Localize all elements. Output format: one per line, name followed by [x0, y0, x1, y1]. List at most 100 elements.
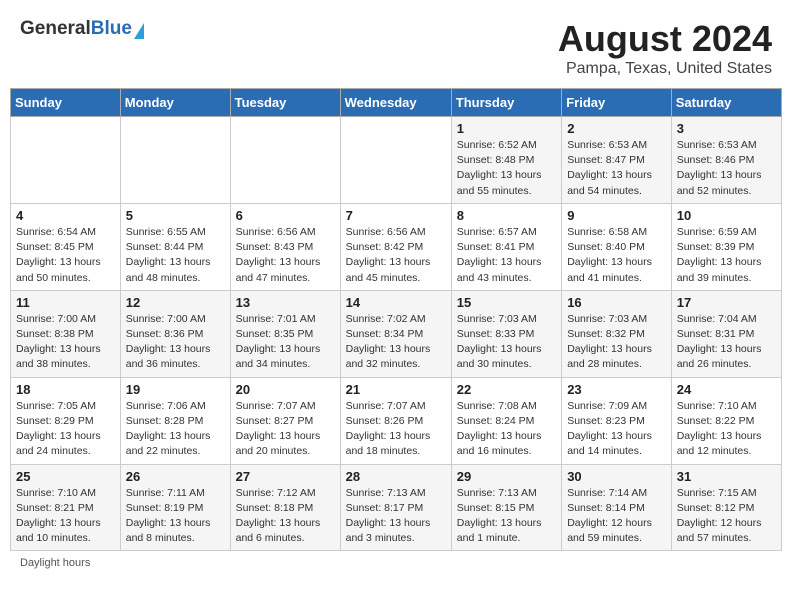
calendar-day-cell: 16Sunrise: 7:03 AM Sunset: 8:32 PM Dayli… [562, 290, 672, 377]
calendar-day-cell: 21 Sunrise: 7:07 AM Sunset: 8:26 PM Dayli… [340, 377, 451, 464]
day-number: 11 [16, 295, 115, 310]
day-info: Sunrise: 7:07 AM Sunset: 8:27 PM Dayligh… [236, 399, 335, 460]
calendar-week-row: 1 Sunrise: 6:52 AM Sunset: 8:48 PM Daylig… [11, 117, 782, 204]
calendar-day-cell: 6 Sunrise: 6:56 AM Sunset: 8:43 PM Daylig… [230, 203, 340, 290]
day-info: Sunrise: 7:03 AM Sunset: 8:33 PM Dayligh… [457, 312, 556, 373]
day-number: 28 [346, 469, 446, 484]
calendar-day-cell: 20 Sunrise: 7:07 AM Sunset: 8:27 PM Dayli… [230, 377, 340, 464]
calendar-day-cell: 26Sunrise: 7:11 AM Sunset: 8:19 PM Dayli… [120, 464, 230, 551]
day-number: 1 [457, 121, 556, 136]
day-number: 18 [16, 382, 115, 397]
day-info: Sunrise: 7:12 AM Sunset: 8:18 PM Dayligh… [236, 486, 335, 547]
day-info: Sunrise: 6:58 AM Sunset: 8:40 PM Dayligh… [567, 225, 666, 286]
calendar-day-cell: 4 Sunrise: 6:54 AM Sunset: 8:45 PM Daylig… [11, 203, 121, 290]
day-info: Sunrise: 6:56 AM Sunset: 8:42 PM Dayligh… [346, 225, 446, 286]
calendar-day-cell: 15 Sunrise: 7:03 AM Sunset: 8:33 PM Dayli… [451, 290, 561, 377]
day-number: 13 [236, 295, 335, 310]
day-info: Sunrise: 7:01 AM Sunset: 8:35 PM Dayligh… [236, 312, 335, 373]
calendar-weekday-header: Wednesday [340, 89, 451, 117]
day-number: 19 [126, 382, 225, 397]
calendar-day-cell [120, 117, 230, 204]
day-info: Sunrise: 7:15 AM Sunset: 8:12 PM Dayligh… [677, 486, 776, 547]
day-info: Sunrise: 7:00 AM Sunset: 8:38 PM Dayligh… [16, 312, 115, 373]
day-number: 20 [236, 382, 335, 397]
day-number: 21 [346, 382, 446, 397]
day-info: Sunrise: 7:14 AM Sunset: 8:14 PM Dayligh… [567, 486, 666, 547]
calendar-day-cell: 5Sunrise: 6:55 AM Sunset: 8:44 PM Daylig… [120, 203, 230, 290]
day-number: 14 [346, 295, 446, 310]
day-number: 7 [346, 208, 446, 223]
calendar-day-cell: 25Sunrise: 7:10 AM Sunset: 8:21 PM Dayli… [11, 464, 121, 551]
calendar-week-row: 11 Sunrise: 7:00 AM Sunset: 8:38 PM Dayli… [11, 290, 782, 377]
calendar-day-cell: 30 Sunrise: 7:14 AM Sunset: 8:14 PM Dayli… [562, 464, 672, 551]
calendar-day-cell: 19 Sunrise: 7:06 AM Sunset: 8:28 PM Dayli… [120, 377, 230, 464]
calendar-weekday-header: Saturday [671, 89, 781, 117]
day-info: Sunrise: 7:03 AM Sunset: 8:32 PM Dayligh… [567, 312, 666, 373]
calendar-day-cell: 22 Sunrise: 7:08 AM Sunset: 8:24 PM Dayli… [451, 377, 561, 464]
day-number: 8 [457, 208, 556, 223]
day-number: 17 [677, 295, 776, 310]
day-number: 9 [567, 208, 666, 223]
day-info: Sunrise: 7:06 AM Sunset: 8:28 PM Dayligh… [126, 399, 225, 460]
day-number: 2 [567, 121, 666, 136]
day-info: Sunrise: 7:13 AM Sunset: 8:15 PM Dayligh… [457, 486, 556, 547]
day-info: Sunrise: 7:10 AM Sunset: 8:22 PM Dayligh… [677, 399, 776, 460]
day-number: 6 [236, 208, 335, 223]
day-number: 25 [16, 469, 115, 484]
calendar-weekday-header: Sunday [11, 89, 121, 117]
day-info: Sunrise: 6:56 AM Sunset: 8:43 PM Dayligh… [236, 225, 335, 286]
day-number: 29 [457, 469, 556, 484]
calendar-header: SundayMondayTuesdayWednesdayThursdayFrid… [11, 89, 782, 117]
day-number: 5 [126, 208, 225, 223]
calendar-table: SundayMondayTuesdayWednesdayThursdayFrid… [10, 88, 782, 551]
calendar-day-cell [11, 117, 121, 204]
calendar-day-cell: 11 Sunrise: 7:00 AM Sunset: 8:38 PM Dayli… [11, 290, 121, 377]
calendar-day-cell: 31 Sunrise: 7:15 AM Sunset: 8:12 PM Dayli… [671, 464, 781, 551]
calendar-day-cell: 28 Sunrise: 7:13 AM Sunset: 8:17 PM Dayli… [340, 464, 451, 551]
day-info: Sunrise: 7:02 AM Sunset: 8:34 PM Dayligh… [346, 312, 446, 373]
day-info: Sunrise: 6:53 AM Sunset: 8:47 PM Dayligh… [567, 138, 666, 199]
calendar-week-row: 25Sunrise: 7:10 AM Sunset: 8:21 PM Dayli… [11, 464, 782, 551]
day-info: Sunrise: 6:59 AM Sunset: 8:39 PM Dayligh… [677, 225, 776, 286]
day-number: 3 [677, 121, 776, 136]
calendar-day-cell: 3 Sunrise: 6:53 AM Sunset: 8:46 PM Daylig… [671, 117, 781, 204]
calendar-day-cell: 17 Sunrise: 7:04 AM Sunset: 8:31 PM Dayli… [671, 290, 781, 377]
title-block: August 2024 Pampa, Texas, United States [558, 18, 772, 78]
day-number: 27 [236, 469, 335, 484]
day-number: 12 [126, 295, 225, 310]
calendar-day-cell: 1 Sunrise: 6:52 AM Sunset: 8:48 PM Daylig… [451, 117, 561, 204]
calendar-day-cell: 23Sunrise: 7:09 AM Sunset: 8:23 PM Dayli… [562, 377, 672, 464]
day-info: Sunrise: 7:07 AM Sunset: 8:26 PM Dayligh… [346, 399, 446, 460]
day-number: 22 [457, 382, 556, 397]
footer: Daylight hours [10, 557, 782, 569]
logo-blue-text: Blue [91, 18, 132, 40]
day-info: Sunrise: 6:53 AM Sunset: 8:46 PM Dayligh… [677, 138, 776, 199]
day-info: Sunrise: 6:54 AM Sunset: 8:45 PM Dayligh… [16, 225, 115, 286]
day-info: Sunrise: 7:13 AM Sunset: 8:17 PM Dayligh… [346, 486, 446, 547]
logo: General Blue [20, 18, 144, 40]
calendar-day-cell: 24Sunrise: 7:10 AM Sunset: 8:22 PM Dayli… [671, 377, 781, 464]
day-info: Sunrise: 7:11 AM Sunset: 8:19 PM Dayligh… [126, 486, 225, 547]
day-number: 10 [677, 208, 776, 223]
calendar-weekday-header: Monday [120, 89, 230, 117]
day-number: 15 [457, 295, 556, 310]
calendar-day-cell [340, 117, 451, 204]
calendar-weekday-header: Tuesday [230, 89, 340, 117]
calendar-day-cell: 13 Sunrise: 7:01 AM Sunset: 8:35 PM Dayli… [230, 290, 340, 377]
calendar-day-cell: 9 Sunrise: 6:58 AM Sunset: 8:40 PM Daylig… [562, 203, 672, 290]
day-number: 30 [567, 469, 666, 484]
calendar-weekday-header: Friday [562, 89, 672, 117]
calendar-day-cell: 2 Sunrise: 6:53 AM Sunset: 8:47 PM Daylig… [562, 117, 672, 204]
day-number: 31 [677, 469, 776, 484]
day-number: 4 [16, 208, 115, 223]
day-info: Sunrise: 6:52 AM Sunset: 8:48 PM Dayligh… [457, 138, 556, 199]
day-info: Sunrise: 7:04 AM Sunset: 8:31 PM Dayligh… [677, 312, 776, 373]
day-info: Sunrise: 7:08 AM Sunset: 8:24 PM Dayligh… [457, 399, 556, 460]
day-info: Sunrise: 7:05 AM Sunset: 8:29 PM Dayligh… [16, 399, 115, 460]
calendar-day-cell: 14 Sunrise: 7:02 AM Sunset: 8:34 PM Dayli… [340, 290, 451, 377]
calendar-body: 1 Sunrise: 6:52 AM Sunset: 8:48 PM Daylig… [11, 117, 782, 551]
calendar-day-cell: 29 Sunrise: 7:13 AM Sunset: 8:15 PM Dayli… [451, 464, 561, 551]
logo-icon [134, 23, 144, 39]
calendar-day-cell: 12Sunrise: 7:00 AM Sunset: 8:36 PM Dayli… [120, 290, 230, 377]
day-info: Sunrise: 6:57 AM Sunset: 8:41 PM Dayligh… [457, 225, 556, 286]
